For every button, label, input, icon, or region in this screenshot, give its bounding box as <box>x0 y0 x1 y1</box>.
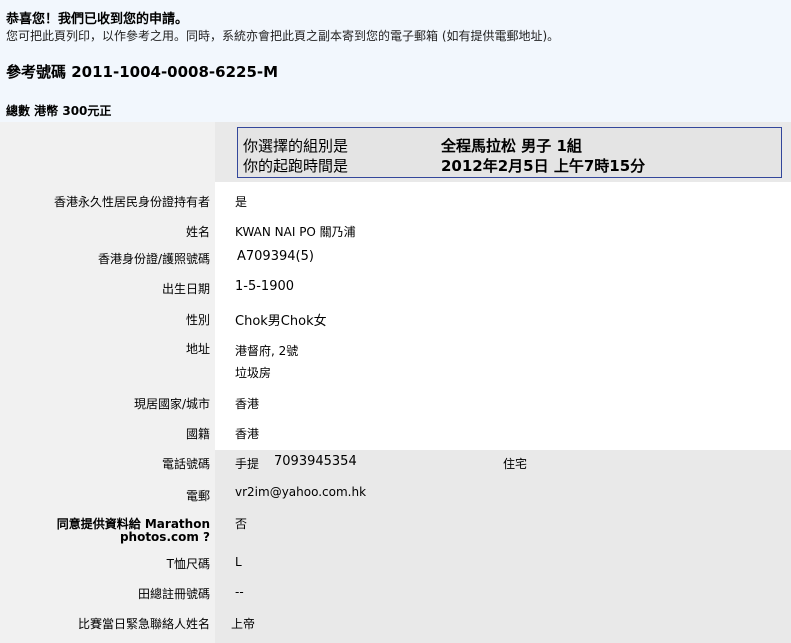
gender-value: Chok男Chok女 <box>235 314 327 329</box>
nationality-label: 國籍 <box>185 427 210 441</box>
permanent-resident-value: 是 <box>235 195 248 209</box>
mobile-value: 7093945354 <box>274 454 357 469</box>
consent-value: 否 <box>235 517 248 531</box>
home-phone-label: 住宅 <box>503 457 528 471</box>
start-time-label: 你的起跑時間是 <box>243 157 349 175</box>
selection-summary-box: 你選擇的組別是 全程馬拉松 男子 1組 你的起跑時間是 2012年2月5日 上午… <box>237 127 782 178</box>
email-value: vr2im@yahoo.com.hk <box>235 485 367 499</box>
emergency-contact-label: 比賽當日緊急聯絡人姓名 <box>77 617 210 631</box>
gender-label: 性別 <box>185 313 210 327</box>
id-number-label: 香港身份證/護照號碼 <box>97 252 210 266</box>
id-number-value: A709394(5) <box>237 249 314 264</box>
dob-label: 出生日期 <box>161 282 210 296</box>
name-value: KWAN NAI PO 關乃浦 <box>235 225 356 239</box>
name-label: 姓名 <box>185 225 210 239</box>
total-amount: 總數 港幣 300元正 <box>6 104 112 118</box>
emergency-contact-value: 上帝 <box>231 617 256 631</box>
group-label: 你選擇的組別是 <box>243 137 349 155</box>
tshirt-label: T恤尺碼 <box>166 557 210 571</box>
congrats-message: 恭喜您！我們已收到您的申請。 <box>6 12 189 27</box>
permanent-resident-label: 香港永久性居民身份證持有者 <box>53 195 210 209</box>
athletics-reg-value: -- <box>235 585 244 599</box>
address-line1: 港督府, 2號 <box>235 344 299 358</box>
residence-value: 香港 <box>235 397 260 411</box>
group-value: 全程馬拉松 男子 1組 <box>441 137 582 155</box>
confirmation-header: 恭喜您！我們已收到您的申請。 您可把此頁列印，以作參考之用。同時，系統亦會把此頁… <box>0 0 791 122</box>
athletics-reg-label: 田總註冊號碼 <box>137 587 210 601</box>
nationality-value: 香港 <box>235 427 260 441</box>
address-line2: 垃圾房 <box>235 366 272 380</box>
email-label: 電郵 <box>185 489 210 503</box>
value-column-shade-bottom <box>215 450 791 643</box>
tshirt-value: L <box>235 555 242 569</box>
phone-label: 電話號碼 <box>161 457 210 471</box>
reference-number: 參考號碼 2011-1004-0008-6225-M <box>6 63 279 81</box>
consent-label-line2: photos.com ? <box>119 530 210 544</box>
print-note: 您可把此頁列印，以作參考之用。同時，系統亦會把此頁之副本寄到您的電子郵箱 (如有… <box>6 29 560 43</box>
residence-label: 現居國家/城市 <box>133 397 210 411</box>
address-label: 地址 <box>185 342 210 356</box>
start-time-value: 2012年2月5日 上午7時15分 <box>441 157 646 175</box>
dob-value: 1-5-1900 <box>235 279 295 294</box>
mobile-label: 手提 <box>235 457 260 471</box>
